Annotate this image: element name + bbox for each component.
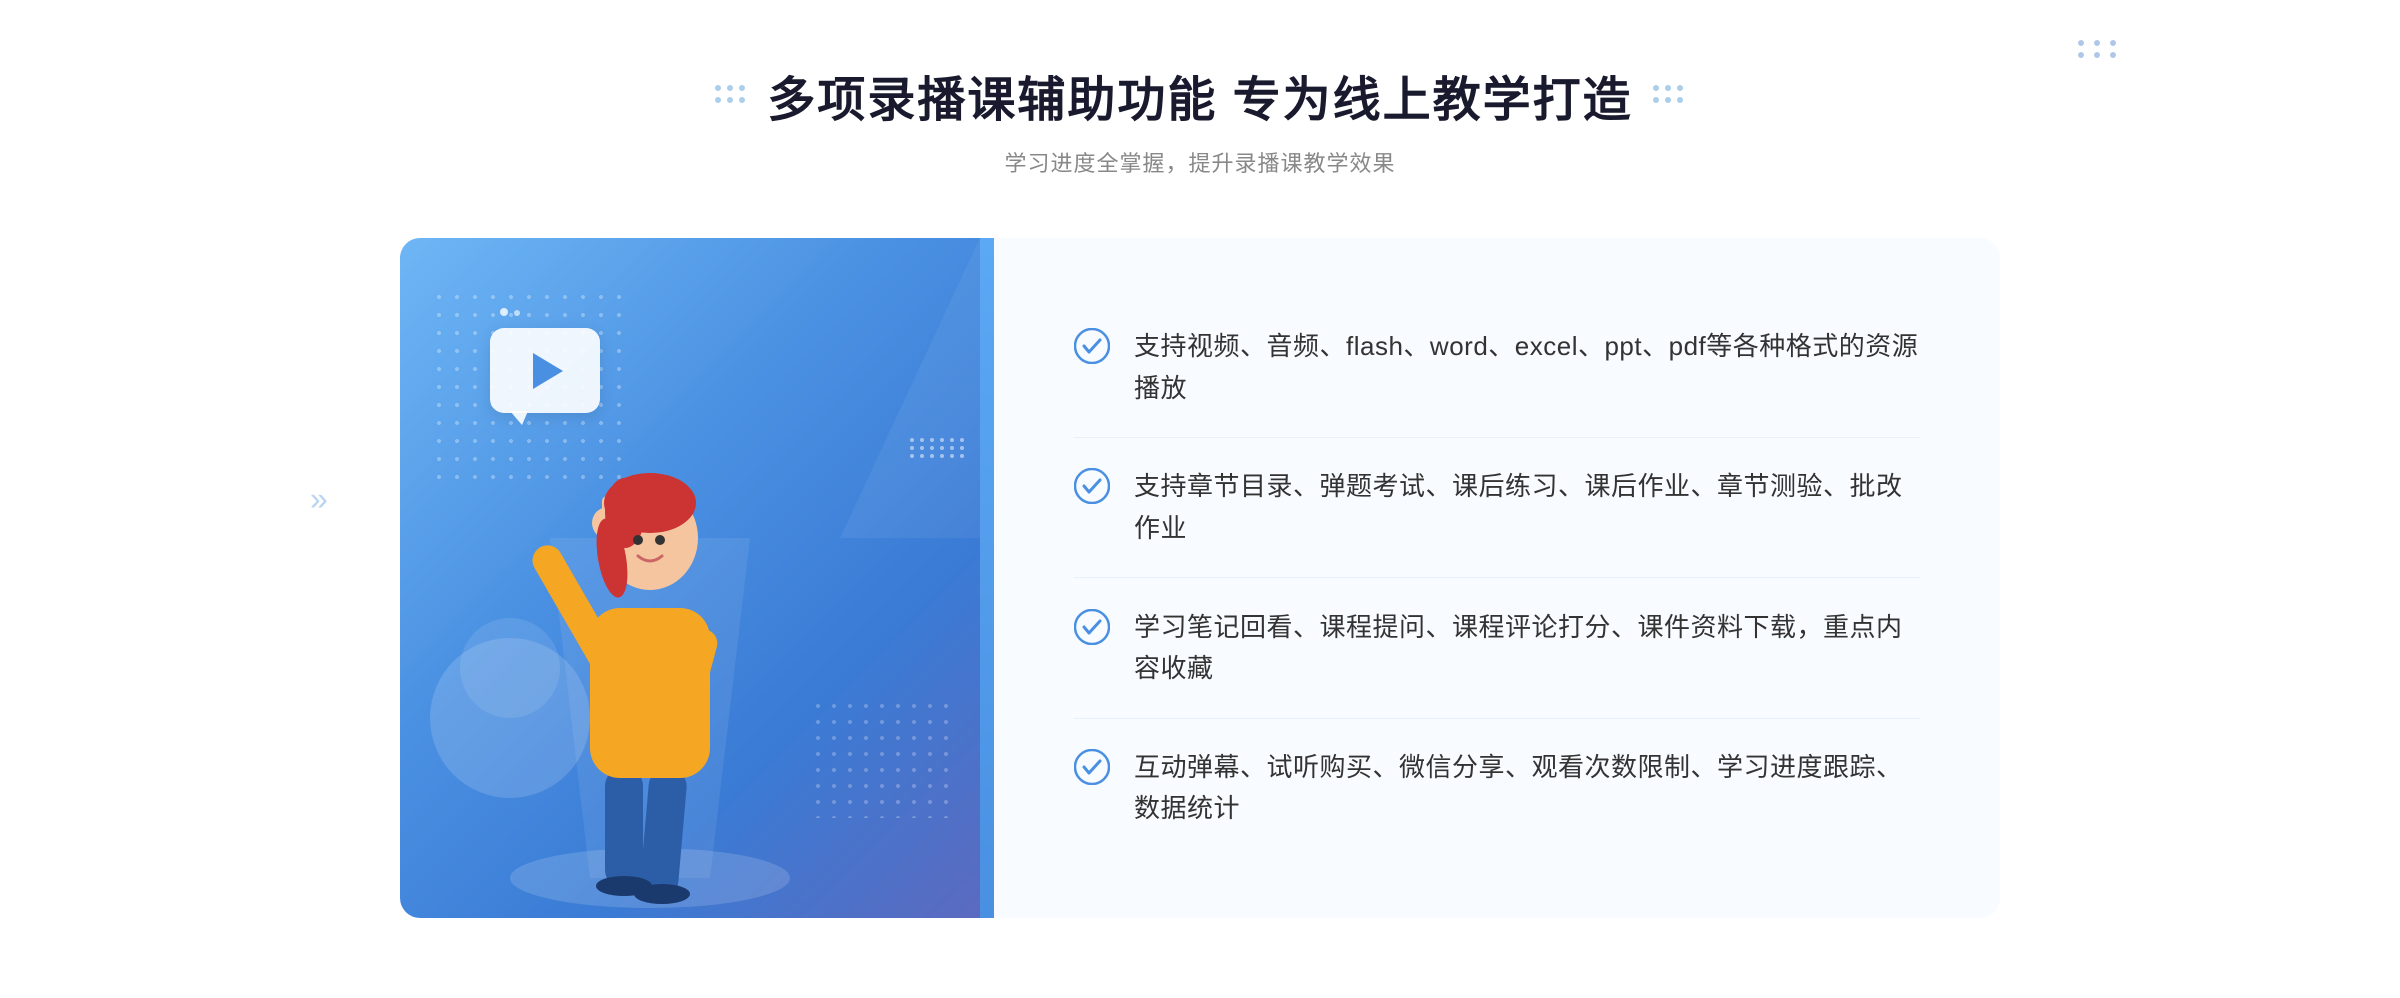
header-section: 多项录播课辅助功能 专为线上教学打造 学习进度全掌握，提升录播课教学效果 [715, 60, 1684, 178]
page-left-chevrons: » [310, 481, 328, 518]
page-container: » 多项录播课辅助功能 专为线上教学打造 学习进度全掌握，提升录播课教学效果 [0, 0, 2400, 998]
feature-item-2: 支持章节目录、弹题考试、课后练习、课后作业、章节测验、批改作业 [1074, 438, 1920, 578]
right-features-panel: 支持视频、音频、flash、word、excel、ppt、pdf等各种格式的资源… [994, 238, 2000, 918]
main-content: 支持视频、音频、flash、word、excel、ppt、pdf等各种格式的资源… [400, 238, 2000, 918]
blue-divider [980, 238, 994, 918]
feature-text-1: 支持视频、音频、flash、word、excel、ppt、pdf等各种格式的资源… [1134, 326, 1920, 409]
page-subtitle: 学习进度全掌握，提升录播课教学效果 [1004, 146, 1395, 178]
page-title: 多项录播课辅助功能 专为线上教学打造 [767, 60, 1632, 130]
feature-text-4: 互动弹幕、试听购买、微信分享、观看次数限制、学习进度跟踪、数据统计 [1134, 747, 1920, 830]
feature-text-3: 学习笔记回看、课程提问、课程评论打分、课件资料下载，重点内容收藏 [1134, 607, 1920, 690]
page-right-dots [2078, 40, 2120, 58]
check-icon-2 [1074, 468, 1110, 504]
check-icon-1 [1074, 328, 1110, 364]
title-row: 多项录播课辅助功能 专为线上教学打造 [715, 60, 1684, 130]
title-right-dots [1653, 85, 1685, 105]
check-icon-4 [1074, 749, 1110, 785]
left-illustration-panel [400, 238, 980, 918]
check-icon-3 [1074, 609, 1110, 645]
feature-item-1: 支持视频、音频、flash、word、excel、ppt、pdf等各种格式的资源… [1074, 298, 1920, 438]
feature-item-4: 互动弹幕、试听购买、微信分享、观看次数限制、学习进度跟踪、数据统计 [1074, 719, 1920, 858]
title-left-dots [715, 85, 747, 105]
feature-item-3: 学习笔记回看、课程提问、课程评论打分、课件资料下载，重点内容收藏 [1074, 579, 1920, 719]
feature-text-2: 支持章节目录、弹题考试、课后练习、课后作业、章节测验、批改作业 [1134, 466, 1920, 549]
